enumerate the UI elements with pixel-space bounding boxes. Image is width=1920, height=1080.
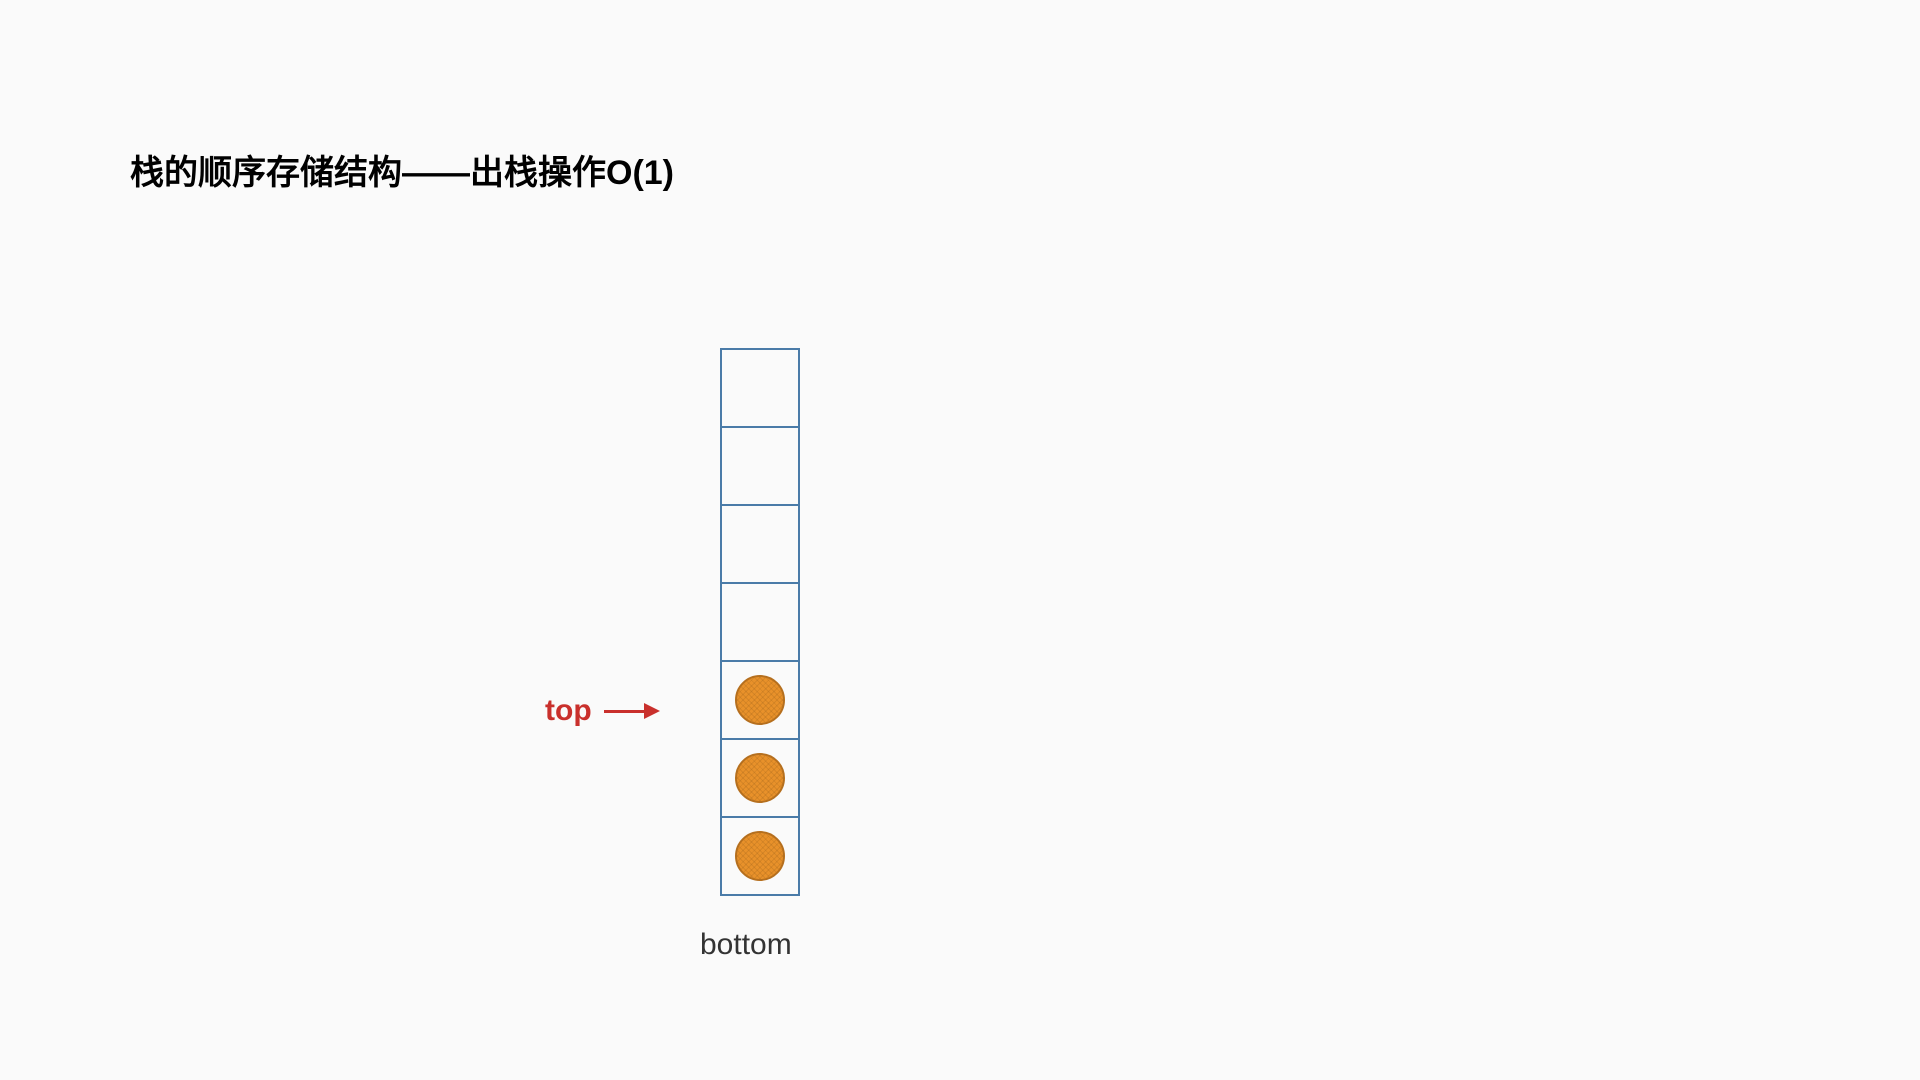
stack-cell-bottom xyxy=(720,816,800,896)
stack-element-icon xyxy=(735,831,785,881)
stack-element-icon xyxy=(735,753,785,803)
top-text: top xyxy=(545,694,592,728)
stack-cell-empty xyxy=(720,426,800,506)
stack-cell-empty xyxy=(720,504,800,584)
stack-cell-empty xyxy=(720,348,800,428)
stack-cell xyxy=(720,738,800,818)
diagram-title: 栈的顺序存储结构——出栈操作O(1) xyxy=(130,145,674,194)
arrow-right-icon xyxy=(604,701,660,721)
stack-cell-top xyxy=(720,660,800,740)
top-pointer-label: top xyxy=(545,694,660,728)
stack-diagram xyxy=(720,348,800,896)
stack-cell-empty xyxy=(720,582,800,662)
bottom-label: bottom xyxy=(700,928,792,962)
stack-element-icon xyxy=(735,675,785,725)
